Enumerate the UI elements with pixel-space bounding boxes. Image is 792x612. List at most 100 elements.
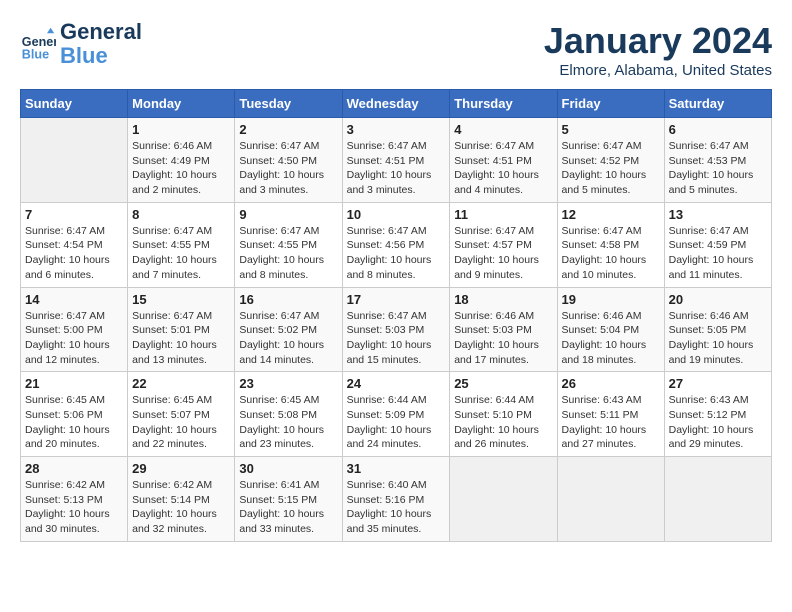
day-number: 17 xyxy=(347,292,446,307)
cell-info: Sunrise: 6:44 AM Sunset: 5:10 PM Dayligh… xyxy=(454,393,552,452)
calendar-cell: 15Sunrise: 6:47 AM Sunset: 5:01 PM Dayli… xyxy=(128,287,235,372)
week-row: 1 Sunrise: 6:46 AM Sunset: 4:49 PM Daylig… xyxy=(21,118,772,203)
day-number: 13 xyxy=(669,207,767,222)
cell-info: Sunrise: 6:47 AM Sunset: 4:51 PM Dayligh… xyxy=(454,139,552,198)
calendar-cell: 12 Sunrise: 6:47 AM Sunset: 4:58 PM Dayli… xyxy=(557,202,664,287)
cell-info: Sunrise: 6:47 AM Sunset: 4:50 PM Dayligh… xyxy=(239,139,337,198)
day-number: 11 xyxy=(454,207,552,222)
calendar-cell: 13 Sunrise: 6:47 AM Sunset: 4:59 PM Dayli… xyxy=(664,202,771,287)
cell-info: Sunrise: 6:47 AM Sunset: 5:01 PM Dayligh… xyxy=(132,309,230,368)
calendar-cell: 30 Sunrise: 6:41 AM Sunset: 5:15 PM Dayli… xyxy=(235,457,342,542)
cell-info: Sunrise: 6:44 AM Sunset: 5:09 PM Dayligh… xyxy=(347,393,446,452)
calendar-cell: 14Sunrise: 6:47 AM Sunset: 5:00 PM Dayli… xyxy=(21,287,128,372)
calendar-cell: 2Sunrise: 6:47 AM Sunset: 4:50 PM Daylig… xyxy=(235,118,342,203)
col-header-wednesday: Wednesday xyxy=(342,90,450,118)
calendar-cell: 1 Sunrise: 6:46 AM Sunset: 4:49 PM Daylig… xyxy=(128,118,235,203)
day-number: 24 xyxy=(347,376,446,391)
calendar-cell: 24 Sunrise: 6:44 AM Sunset: 5:09 PM Dayli… xyxy=(342,372,450,457)
cell-info: Sunrise: 6:47 AM Sunset: 4:59 PM Dayligh… xyxy=(669,224,767,283)
calendar-cell: 4 Sunrise: 6:47 AM Sunset: 4:51 PM Daylig… xyxy=(450,118,557,203)
calendar-cell: 29 Sunrise: 6:42 AM Sunset: 5:14 PM Dayli… xyxy=(128,457,235,542)
day-number: 20 xyxy=(669,292,767,307)
day-number: 21 xyxy=(25,376,123,391)
col-header-sunday: Sunday xyxy=(21,90,128,118)
week-row: 28 Sunrise: 6:42 AM Sunset: 5:13 PM Dayli… xyxy=(21,457,772,542)
week-row: 14Sunrise: 6:47 AM Sunset: 5:00 PM Dayli… xyxy=(21,287,772,372)
day-number: 9 xyxy=(239,207,337,222)
calendar-cell: 28 Sunrise: 6:42 AM Sunset: 5:13 PM Dayli… xyxy=(21,457,128,542)
calendar-cell: 26 Sunrise: 6:43 AM Sunset: 5:11 PM Dayli… xyxy=(557,372,664,457)
day-number: 26 xyxy=(562,376,660,391)
location: Elmore, Alabama, United States xyxy=(544,62,772,79)
calendar-cell: 16 Sunrise: 6:47 AM Sunset: 5:02 PM Dayli… xyxy=(235,287,342,372)
day-number: 3 xyxy=(347,122,446,137)
calendar-table: SundayMondayTuesdayWednesdayThursdayFrid… xyxy=(20,89,772,542)
day-number: 28 xyxy=(25,461,123,476)
cell-info: Sunrise: 6:46 AM Sunset: 5:04 PM Dayligh… xyxy=(562,309,660,368)
day-number: 4 xyxy=(454,122,552,137)
calendar-cell: 22 Sunrise: 6:45 AM Sunset: 5:07 PM Dayli… xyxy=(128,372,235,457)
cell-info: Sunrise: 6:46 AM Sunset: 5:03 PM Dayligh… xyxy=(454,309,552,368)
day-number: 6 xyxy=(669,122,767,137)
cell-info: Sunrise: 6:42 AM Sunset: 5:13 PM Dayligh… xyxy=(25,478,123,537)
cell-info: Sunrise: 6:47 AM Sunset: 4:57 PM Dayligh… xyxy=(454,224,552,283)
day-number: 22 xyxy=(132,376,230,391)
calendar-cell: 23 Sunrise: 6:45 AM Sunset: 5:08 PM Dayli… xyxy=(235,372,342,457)
cell-info: Sunrise: 6:47 AM Sunset: 4:56 PM Dayligh… xyxy=(347,224,446,283)
calendar-cell xyxy=(21,118,128,203)
cell-info: Sunrise: 6:47 AM Sunset: 4:55 PM Dayligh… xyxy=(132,224,230,283)
cell-info: Sunrise: 6:47 AM Sunset: 4:55 PM Dayligh… xyxy=(239,224,337,283)
cell-info: Sunrise: 6:46 AM Sunset: 4:49 PM Dayligh… xyxy=(132,139,230,198)
cell-info: Sunrise: 6:43 AM Sunset: 5:11 PM Dayligh… xyxy=(562,393,660,452)
day-number: 16 xyxy=(239,292,337,307)
day-number: 7 xyxy=(25,207,123,222)
calendar-cell: 25Sunrise: 6:44 AM Sunset: 5:10 PM Dayli… xyxy=(450,372,557,457)
calendar-cell xyxy=(557,457,664,542)
cell-info: Sunrise: 6:46 AM Sunset: 5:05 PM Dayligh… xyxy=(669,309,767,368)
svg-text:Blue: Blue xyxy=(22,48,49,62)
cell-info: Sunrise: 6:45 AM Sunset: 5:07 PM Dayligh… xyxy=(132,393,230,452)
calendar-cell: 6Sunrise: 6:47 AM Sunset: 4:53 PM Daylig… xyxy=(664,118,771,203)
calendar-cell xyxy=(664,457,771,542)
logo-text: General Blue xyxy=(60,20,142,68)
col-header-tuesday: Tuesday xyxy=(235,90,342,118)
page-header: General Blue General Blue January 2024 E… xyxy=(20,20,772,79)
day-number: 18 xyxy=(454,292,552,307)
calendar-cell: 31Sunrise: 6:40 AM Sunset: 5:16 PM Dayli… xyxy=(342,457,450,542)
cell-info: Sunrise: 6:47 AM Sunset: 4:58 PM Dayligh… xyxy=(562,224,660,283)
header-row: SundayMondayTuesdayWednesdayThursdayFrid… xyxy=(21,90,772,118)
calendar-cell: 17 Sunrise: 6:47 AM Sunset: 5:03 PM Dayli… xyxy=(342,287,450,372)
calendar-cell: 9 Sunrise: 6:47 AM Sunset: 4:55 PM Daylig… xyxy=(235,202,342,287)
day-number: 12 xyxy=(562,207,660,222)
logo: General Blue General Blue xyxy=(20,20,142,68)
day-number: 14 xyxy=(25,292,123,307)
day-number: 1 xyxy=(132,122,230,137)
day-number: 23 xyxy=(239,376,337,391)
calendar-cell: 10Sunrise: 6:47 AM Sunset: 4:56 PM Dayli… xyxy=(342,202,450,287)
logo-icon: General Blue xyxy=(20,26,56,62)
cell-info: Sunrise: 6:45 AM Sunset: 5:06 PM Dayligh… xyxy=(25,393,123,452)
day-number: 19 xyxy=(562,292,660,307)
cell-info: Sunrise: 6:47 AM Sunset: 4:54 PM Dayligh… xyxy=(25,224,123,283)
cell-info: Sunrise: 6:47 AM Sunset: 5:03 PM Dayligh… xyxy=(347,309,446,368)
calendar-cell: 8Sunrise: 6:47 AM Sunset: 4:55 PM Daylig… xyxy=(128,202,235,287)
calendar-cell: 19 Sunrise: 6:46 AM Sunset: 5:04 PM Dayli… xyxy=(557,287,664,372)
title-block: January 2024 Elmore, Alabama, United Sta… xyxy=(544,20,772,79)
week-row: 7 Sunrise: 6:47 AM Sunset: 4:54 PM Daylig… xyxy=(21,202,772,287)
cell-info: Sunrise: 6:47 AM Sunset: 4:52 PM Dayligh… xyxy=(562,139,660,198)
calendar-cell: 27Sunrise: 6:43 AM Sunset: 5:12 PM Dayli… xyxy=(664,372,771,457)
day-number: 30 xyxy=(239,461,337,476)
calendar-cell xyxy=(450,457,557,542)
cell-info: Sunrise: 6:41 AM Sunset: 5:15 PM Dayligh… xyxy=(239,478,337,537)
calendar-cell: 18 Sunrise: 6:46 AM Sunset: 5:03 PM Dayli… xyxy=(450,287,557,372)
cell-info: Sunrise: 6:47 AM Sunset: 5:02 PM Dayligh… xyxy=(239,309,337,368)
calendar-cell: 5Sunrise: 6:47 AM Sunset: 4:52 PM Daylig… xyxy=(557,118,664,203)
week-row: 21 Sunrise: 6:45 AM Sunset: 5:06 PM Dayli… xyxy=(21,372,772,457)
col-header-friday: Friday xyxy=(557,90,664,118)
cell-info: Sunrise: 6:42 AM Sunset: 5:14 PM Dayligh… xyxy=(132,478,230,537)
day-number: 31 xyxy=(347,461,446,476)
cell-info: Sunrise: 6:45 AM Sunset: 5:08 PM Dayligh… xyxy=(239,393,337,452)
day-number: 29 xyxy=(132,461,230,476)
cell-info: Sunrise: 6:43 AM Sunset: 5:12 PM Dayligh… xyxy=(669,393,767,452)
month-title: January 2024 xyxy=(544,20,772,62)
